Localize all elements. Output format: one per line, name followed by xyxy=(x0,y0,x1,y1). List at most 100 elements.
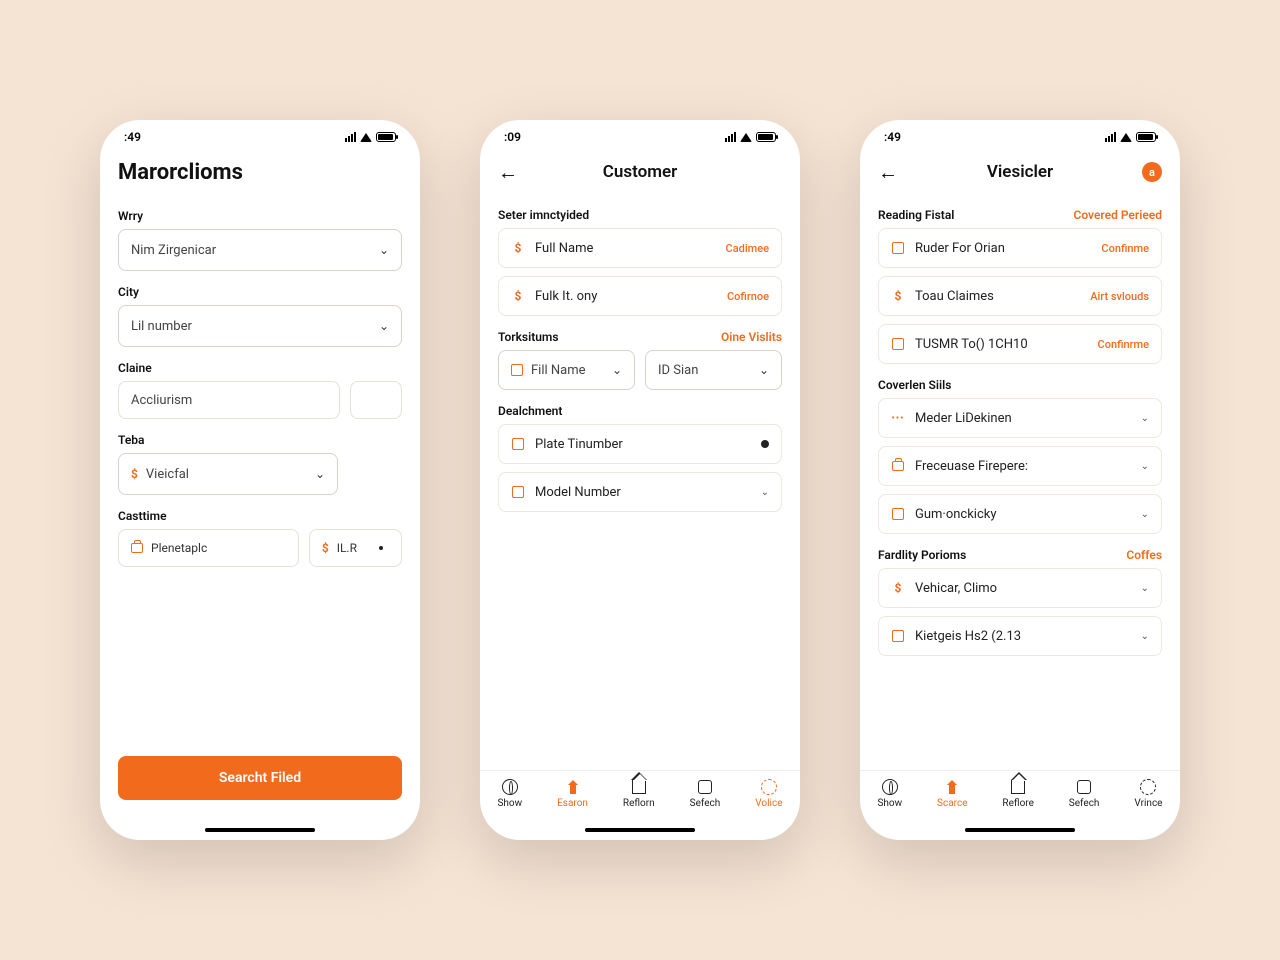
battery-icon xyxy=(376,132,396,142)
tab-volice[interactable]: Volice xyxy=(755,779,782,809)
chevron-down-icon: ⌄ xyxy=(315,467,325,481)
list-item[interactable]: $ Full Name Cadimee xyxy=(498,228,782,268)
dollar-icon: $ xyxy=(891,581,905,595)
tab-vrince[interactable]: Vrince xyxy=(1134,779,1162,809)
section-link[interactable]: Oine Vislits xyxy=(721,330,782,344)
item-text: Meder LiDekinen xyxy=(915,411,1012,426)
wrry-select[interactable]: Nim Zirgenicar ⌄ xyxy=(118,229,402,271)
city-select[interactable]: Lil number ⌄ xyxy=(118,305,402,347)
chevron-down-icon: ⌄ xyxy=(1141,509,1149,520)
tab-esaron[interactable]: Esaron xyxy=(557,779,588,809)
tab-reflorn[interactable]: Reflorn xyxy=(623,779,655,809)
section-label: Dealchment xyxy=(498,404,782,418)
list-item[interactable]: Model Number ⌄ xyxy=(498,472,782,512)
status-time: :49 xyxy=(884,130,901,144)
header-badge[interactable]: a xyxy=(1142,162,1162,182)
back-button[interactable]: ← xyxy=(498,160,518,185)
circle-icon xyxy=(1139,779,1157,795)
chevron-down-icon: ⌄ xyxy=(379,319,389,333)
claine-input[interactable]: Accliurism xyxy=(118,381,340,419)
globe-icon xyxy=(501,779,519,795)
list-item[interactable]: Plate Tinumber xyxy=(498,424,782,464)
page-title: Customer xyxy=(498,162,782,182)
item-text: TUSMR To() 1CH10 xyxy=(915,337,1028,352)
square-icon xyxy=(891,629,905,643)
tab-show[interactable]: Show xyxy=(877,779,902,809)
building-icon xyxy=(943,779,961,795)
item-text: Vehicar, Climo xyxy=(915,581,997,596)
list-item[interactable]: Freceuase Firepere: ⌄ xyxy=(878,446,1162,486)
field-label-city: City xyxy=(118,285,402,299)
list-item[interactable]: Kietgeis Hs2 (2.13 ⌄ xyxy=(878,616,1162,656)
square-icon xyxy=(511,364,523,376)
header: ← Viesicler a xyxy=(860,154,1180,194)
tab-show[interactable]: Show xyxy=(497,779,522,809)
dots-icon: ••• xyxy=(891,411,905,425)
phone-screen-1: :49 Marorclioms Wrry Nim Zirgenicar ⌄ Ci… xyxy=(100,120,420,840)
list-item[interactable]: $ Fulk It. ony Cofirnoe xyxy=(498,276,782,316)
field-label-claine: Claine xyxy=(118,361,402,375)
dot-icon xyxy=(761,440,769,448)
status-time: :09 xyxy=(504,130,521,144)
home-icon xyxy=(630,779,648,795)
building-icon xyxy=(564,779,582,795)
chevron-down-icon: ⌄ xyxy=(1141,583,1149,594)
globe-icon xyxy=(881,779,899,795)
home-indicator xyxy=(585,828,695,832)
casttime-chip-2[interactable]: $ IL.R xyxy=(309,529,402,567)
search-button-label: Searcht Filed xyxy=(219,770,301,786)
tab-sefech[interactable]: Sefech xyxy=(690,779,721,809)
status-bar: :09 xyxy=(480,120,800,154)
teba-select[interactable]: $ Vieicfal ⌄ xyxy=(118,453,338,495)
list-item[interactable]: TUSMR To() 1CH10 Confinrme xyxy=(878,324,1162,364)
field-label-casttime: Casttime xyxy=(118,509,402,523)
section-link[interactable]: Coffes xyxy=(1126,548,1162,562)
list-item[interactable]: Ruder For Orian Confinme xyxy=(878,228,1162,268)
home-indicator xyxy=(965,828,1075,832)
item-right-link[interactable]: Airt svlouds xyxy=(1090,290,1149,303)
item-right-link[interactable]: Cadimee xyxy=(726,242,769,255)
item-text: Model Number xyxy=(535,485,621,500)
battery-icon xyxy=(1136,132,1156,142)
select-value: Fill Name xyxy=(531,363,586,378)
status-icons xyxy=(345,132,396,142)
idsian-select[interactable]: ID Sian ⌄ xyxy=(645,350,782,390)
tab-scarce[interactable]: Scarce xyxy=(937,779,967,809)
fillname-select[interactable]: Fill Name ⌄ xyxy=(498,350,635,390)
item-right-link[interactable]: Cofirnoe xyxy=(727,290,769,303)
wifi-icon xyxy=(360,133,372,142)
item-text: Toau Claimes xyxy=(915,289,994,304)
tab-label: Sefech xyxy=(1069,798,1100,809)
claine-secondary-input[interactable] xyxy=(350,381,402,419)
tab-label: Scarce xyxy=(937,798,967,809)
section-label: Torksitums xyxy=(498,330,559,344)
signal-icon xyxy=(725,132,736,142)
item-right-link[interactable]: Confinme xyxy=(1101,242,1149,255)
status-bar: :49 xyxy=(860,120,1180,154)
item-right-link[interactable]: Confinrme xyxy=(1098,338,1149,351)
list-item[interactable]: $ Vehicar, Climo ⌄ xyxy=(878,568,1162,608)
chevron-down-icon: ⌄ xyxy=(759,363,769,377)
chevron-down-icon: ⌄ xyxy=(379,243,389,257)
list-item[interactable]: ••• Meder LiDekinen ⌄ xyxy=(878,398,1162,438)
teba-value: Vieicfal xyxy=(146,467,189,482)
list-item[interactable]: $ Toau Claimes Airt svlouds xyxy=(878,276,1162,316)
item-text: Gum·onckicky xyxy=(915,507,997,522)
tab-label: Show xyxy=(877,798,902,809)
tab-sefech[interactable]: Sefech xyxy=(1069,779,1100,809)
tab-label: Show xyxy=(497,798,522,809)
section-link[interactable]: Covered Perieed xyxy=(1073,208,1162,222)
square-icon xyxy=(511,485,525,499)
tab-label: Vrince xyxy=(1134,798,1162,809)
tab-label: Volice xyxy=(755,798,782,809)
dollar-icon: $ xyxy=(131,467,138,481)
back-button[interactable]: ← xyxy=(878,160,898,185)
casttime-chip-1[interactable]: Plenetaplc xyxy=(118,529,299,567)
tab-reflore[interactable]: Reflore xyxy=(1002,779,1033,809)
field-label-wrry: Wrry xyxy=(118,209,402,223)
list-item[interactable]: Gum·onckicky ⌄ xyxy=(878,494,1162,534)
section-label: Seter imnctyided xyxy=(498,208,782,222)
wifi-icon xyxy=(1120,133,1132,142)
search-button[interactable]: Searcht Filed xyxy=(118,756,402,800)
chevron-down-icon: ⌄ xyxy=(761,487,769,498)
